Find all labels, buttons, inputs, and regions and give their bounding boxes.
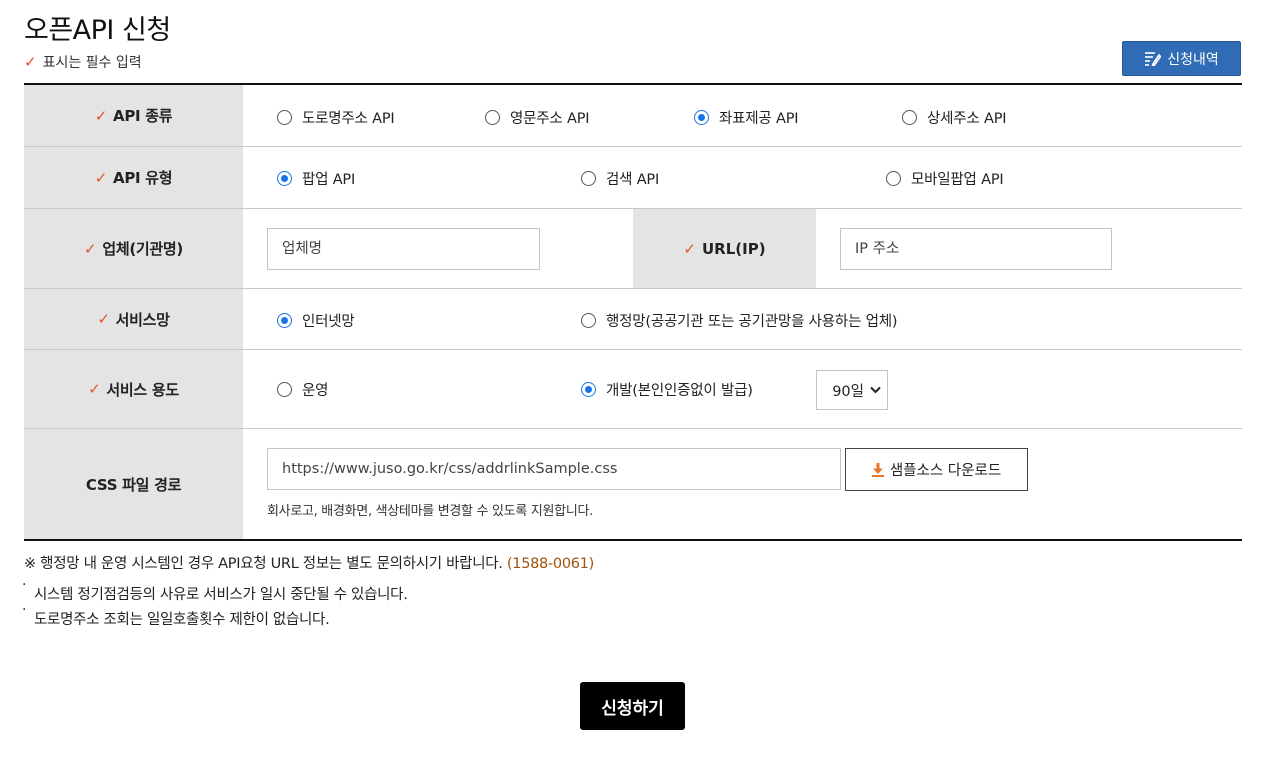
radio-label: 검색 API <box>606 172 660 188</box>
sample-download-label: 샘플소스 다운로드 <box>889 463 1002 479</box>
check-icon: ✓ <box>683 239 696 258</box>
radio-dot-selected[interactable] <box>277 171 292 186</box>
api-kind-header: ✓ API 유형 <box>24 147 243 208</box>
radio-label: 좌표제공 API <box>719 111 799 127</box>
notice-phone: (1588-0061) <box>506 556 594 572</box>
radio-english-address-api[interactable]: 영문주소 API <box>485 107 590 128</box>
radio-mobile-popup-api[interactable]: 모바일팝업 API <box>886 168 1004 189</box>
radio-production[interactable]: 운영 <box>277 379 328 400</box>
required-note: ✓ 표시는 필수 입력 <box>24 52 142 72</box>
radio-popup-api[interactable]: 팝업 API <box>277 168 355 189</box>
radio-dot-selected[interactable] <box>581 382 596 397</box>
service-network-label: 서비스망 <box>115 310 170 329</box>
service-usage-header: ✓ 서비스 용도 <box>24 350 243 428</box>
sample-download-button[interactable]: 샘플소스 다운로드 <box>845 448 1028 491</box>
page-title: 오픈API 신청 <box>24 15 171 46</box>
check-icon: ✓ <box>24 53 37 71</box>
company-label: 업체(기관명) <box>102 240 183 258</box>
chevron-down-icon <box>870 386 881 394</box>
css-path-header: CSS 파일 경로 <box>24 429 243 539</box>
radio-dot[interactable] <box>485 110 500 125</box>
api-kind-label: API 유형 <box>113 169 173 187</box>
radio-dot[interactable] <box>277 110 292 125</box>
radio-dot[interactable] <box>581 313 596 328</box>
row-api-type: ✓ API 종류 도로명주소 API 영문주소 API 좌표제공 API 상세주… <box>24 85 1242 147</box>
required-note-text: 표시는 필수 입력 <box>42 55 142 71</box>
radio-label: 도로명주소 API <box>302 111 395 127</box>
company-name-input[interactable] <box>267 228 540 270</box>
radio-admin-network[interactable]: 행정망(공공기관 또는 공기관망을 사용하는 업체) <box>581 310 898 331</box>
history-button-label: 신청내역 <box>1167 51 1219 68</box>
notice-bullet: 시스템 정기점검등의 사유로 서비스가 일시 중단될 수 있습니다. <box>22 577 408 604</box>
period-select-value: 90일 <box>832 383 864 400</box>
notice-text: ※ 행정망 내 운영 시스템인 경우 API요청 URL 정보는 별도 문의하시… <box>24 552 594 573</box>
check-icon: ✓ <box>88 380 101 398</box>
css-path-cell: 샘플소스 다운로드 회사로고, 배경화면, 색상테마를 변경할 수 있도록 지원… <box>243 429 1242 539</box>
css-path-input[interactable] <box>267 448 841 490</box>
service-network-header: ✓ 서비스망 <box>24 289 243 349</box>
radio-label: 영문주소 API <box>510 111 590 127</box>
radio-dot-selected[interactable] <box>694 110 709 125</box>
css-path-label: CSS 파일 경로 <box>85 475 182 494</box>
radio-internet-network[interactable]: 인터넷망 <box>277 310 355 331</box>
radio-label: 모바일팝업 API <box>911 172 1004 188</box>
check-icon: ✓ <box>84 239 97 258</box>
radio-detail-address-api[interactable]: 상세주소 API <box>902 107 1007 128</box>
check-icon: ✓ <box>94 106 108 125</box>
radio-development[interactable]: 개발(본인인증없이 발급) <box>581 379 753 400</box>
css-helper-text: 회사로고, 배경화면, 색상테마를 변경할 수 있도록 지원합니다. <box>267 504 593 519</box>
radio-dot[interactable] <box>902 110 917 125</box>
check-icon: ✓ <box>97 310 110 328</box>
row-service-usage: ✓ 서비스 용도 운영 개발(본인인증없이 발급) 90일 <box>24 350 1242 429</box>
row-api-kind: ✓ API 유형 팝업 API 검색 API 모바일팝업 API <box>24 147 1242 209</box>
bullet-text: 도로명주소 조회는 일일호출횟수 제한이 없습니다. <box>34 612 330 628</box>
check-icon: ✓ <box>94 168 108 187</box>
api-type-label: API 종류 <box>113 107 173 125</box>
radio-dot[interactable] <box>581 171 596 186</box>
company-header: ✓ 업체(기관명) <box>24 209 243 288</box>
company-cell: ✓ URL(IP) <box>243 209 1242 288</box>
download-icon <box>871 462 884 477</box>
service-network-options: 인터넷망 행정망(공공기관 또는 공기관망을 사용하는 업체) <box>243 289 1242 349</box>
ip-address-input[interactable] <box>840 228 1112 270</box>
api-type-options: 도로명주소 API 영문주소 API 좌표제공 API 상세주소 API <box>243 85 1242 146</box>
api-type-header: ✓ API 종류 <box>24 85 243 146</box>
radio-dot[interactable] <box>277 382 292 397</box>
notice-body: ※ 행정망 내 운영 시스템인 경우 API요청 URL 정보는 별도 문의하시… <box>24 556 503 572</box>
service-usage-label: 서비스 용도 <box>106 380 179 399</box>
radio-label: 상세주소 API <box>927 111 1007 127</box>
radio-label: 팝업 API <box>302 172 356 188</box>
api-kind-options: 팝업 API 검색 API 모바일팝업 API <box>243 147 1242 208</box>
radio-label: 행정망(공공기관 또는 공기관망을 사용하는 업체) <box>606 314 898 330</box>
bullet-text: 시스템 정기점검등의 사유로 서비스가 일시 중단될 수 있습니다. <box>34 587 408 603</box>
row-css-path: CSS 파일 경로 샘플소스 다운로드 회사로고, 배경화면, 색상테마를 변경… <box>24 429 1242 539</box>
radio-label: 개발(본인인증없이 발급) <box>606 383 753 399</box>
radio-label: 인터넷망 <box>302 314 355 330</box>
radio-dot[interactable] <box>886 171 901 186</box>
submit-button[interactable]: 신청하기 <box>580 682 685 730</box>
service-usage-options: 운영 개발(본인인증없이 발급) 90일 <box>243 350 1242 428</box>
radio-coordinate-api[interactable]: 좌표제공 API <box>694 107 799 128</box>
row-service-network: ✓ 서비스망 인터넷망 행정망(공공기관 또는 공기관망을 사용하는 업체) <box>24 289 1242 350</box>
url-header: ✓ URL(IP) <box>633 209 816 288</box>
radio-label: 운영 <box>302 383 329 399</box>
edit-list-icon <box>1145 52 1162 66</box>
radio-dot-selected[interactable] <box>277 313 292 328</box>
history-button[interactable]: 신청내역 <box>1122 41 1241 76</box>
row-company: ✓ 업체(기관명) ✓ URL(IP) <box>24 209 1242 289</box>
application-form: ✓ API 종류 도로명주소 API 영문주소 API 좌표제공 API 상세주… <box>24 83 1242 541</box>
period-select[interactable]: 90일 <box>816 370 888 410</box>
url-label: URL(IP) <box>702 239 766 258</box>
radio-search-api[interactable]: 검색 API <box>581 168 659 189</box>
radio-road-address-api[interactable]: 도로명주소 API <box>277 107 395 128</box>
notice-bullet: 도로명주소 조회는 일일호출횟수 제한이 없습니다. <box>22 602 330 629</box>
